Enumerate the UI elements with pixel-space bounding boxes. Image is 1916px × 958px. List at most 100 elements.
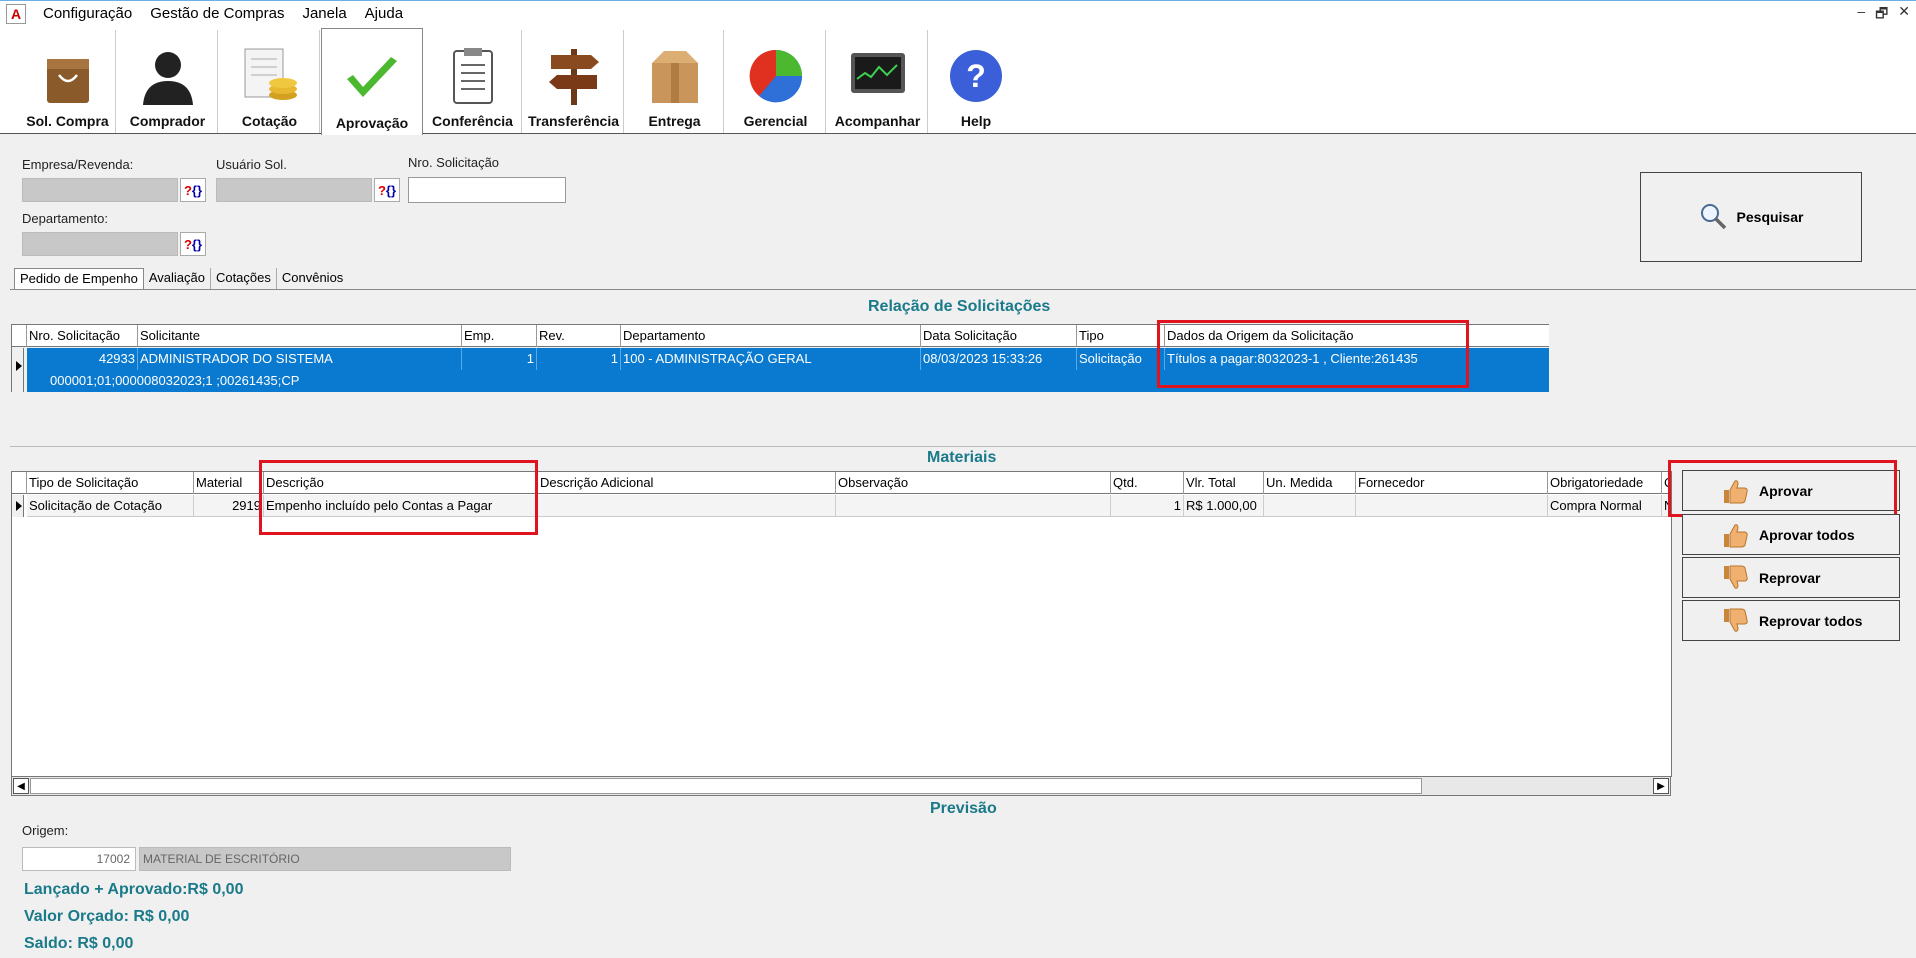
col-descricao-adicional[interactable]: Descrição Adicional <box>538 472 836 494</box>
header-indicator <box>12 472 27 494</box>
scroll-left-icon[interactable]: ◀ <box>13 778 29 794</box>
col-emp[interactable]: Emp. <box>462 325 537 347</box>
departamento-field[interactable] <box>22 232 178 256</box>
col-tipo-solicitacao[interactable]: Tipo de Solicitação <box>27 472 194 494</box>
col-departamento[interactable]: Departamento <box>621 325 921 347</box>
toolbar-label: Cotação <box>241 113 298 129</box>
col-observacao[interactable]: Observação <box>836 472 1111 494</box>
pesquisar-label: Pesquisar <box>1736 209 1804 225</box>
restore-icon[interactable]: 🗗 <box>1875 3 1888 27</box>
menu-gestao-compras[interactable]: Gestão de Compras <box>141 5 293 22</box>
toolbar-aprovacao[interactable]: Aprovação <box>321 28 423 135</box>
col-material[interactable]: Material <box>194 472 264 494</box>
toolbar-gerencial[interactable]: Gerencial <box>726 30 826 133</box>
shopping-bag-icon <box>37 45 99 107</box>
menu-configuracao[interactable]: Configuração <box>34 5 141 22</box>
cell-nro: 42933 <box>27 348 138 370</box>
col-data-solicitacao[interactable]: Data Solicitação <box>921 325 1077 347</box>
toolbar-label: Acompanhar <box>834 113 921 129</box>
checkmark-icon <box>341 47 403 109</box>
solicitacoes-header: Nro. Solicitação Solicitante Emp. Rev. D… <box>12 325 1549 347</box>
toolbar-comprador[interactable]: Comprador <box>118 30 218 133</box>
col-qtd[interactable]: Qtd. <box>1111 472 1184 494</box>
reprovar-label: Reprovar <box>1759 569 1821 586</box>
toolbar-transferencia[interactable]: Transferência <box>524 30 624 133</box>
origem-code-field[interactable]: 17002 <box>22 847 136 871</box>
scroll-right-icon[interactable]: ▶ <box>1653 778 1669 794</box>
toolbar-label: Entrega <box>648 113 701 129</box>
materiais-grid: Tipo de Solicitação Material Descrição D… <box>11 471 1672 777</box>
menu-ajuda[interactable]: Ajuda <box>356 5 412 22</box>
toolbar-entrega[interactable]: Entrega <box>626 30 724 133</box>
aprovar-todos-button[interactable]: Aprovar todos <box>1682 514 1900 555</box>
cell-rev: 1 <box>537 348 621 370</box>
col-tipo[interactable]: Tipo <box>1077 325 1165 347</box>
col-descricao[interactable]: Descrição <box>264 472 538 494</box>
toolbar-conferencia[interactable]: Conferência <box>424 30 522 133</box>
toolbar-help[interactable]: ? Help <box>930 30 1022 133</box>
lookup-q-icon: ? <box>183 182 192 198</box>
tab-avaliacao[interactable]: Avaliação <box>144 268 211 290</box>
table-row[interactable]: Solicitação de Cotação 2919 Empenho incl… <box>27 495 1671 517</box>
aprovar-todos-label: Aprovar todos <box>1759 526 1855 543</box>
departamento-lookup-button[interactable]: ?{} <box>180 232 206 256</box>
empresa-lookup-button[interactable]: ?{} <box>180 178 206 202</box>
help-icon: ? <box>945 45 1007 107</box>
signpost-icon <box>543 45 605 107</box>
lookup-q-icon: ? <box>183 236 192 252</box>
col-rev[interactable]: Rev. <box>537 325 621 347</box>
col-vlr-total[interactable]: Vlr. Total <box>1184 472 1264 494</box>
toolbar-acompanhar[interactable]: Acompanhar <box>828 30 928 133</box>
lancado-aprovado-text: Lançado + Aprovado:R$ 0,00 <box>24 881 244 898</box>
scroll-thumb[interactable] <box>30 778 1422 794</box>
aprovar-label: Aprovar <box>1759 482 1813 499</box>
solicitacoes-title: Relação de Solicitações <box>868 298 1051 315</box>
nro-solicitacao-input[interactable] <box>408 177 566 203</box>
col-obrigatoriedade[interactable]: Obrigatoriedade <box>1548 472 1662 494</box>
toolbar-cotacao[interactable]: Cotação <box>220 30 320 133</box>
cell-descricao: Empenho incluído pelo Contas a Pagar <box>264 495 538 517</box>
cell-material: 2919 <box>194 495 264 517</box>
tab-divider <box>10 289 1916 290</box>
pesquisar-button[interactable]: Pesquisar <box>1640 172 1862 262</box>
materiais-title: Materiais <box>927 449 997 466</box>
tab-pedido-empenho[interactable]: Pedido de Empenho <box>14 268 144 290</box>
col-un-medida[interactable]: Un. Medida <box>1264 472 1356 494</box>
cell-obrigatoriedade: Compra Normal <box>1548 495 1662 517</box>
empresa-field[interactable] <box>22 178 178 202</box>
usuario-field[interactable] <box>216 178 372 202</box>
col-dados-origem[interactable]: Dados da Origem da Solicitação <box>1165 325 1549 347</box>
usuario-lookup-button[interactable]: ?{} <box>374 178 400 202</box>
reprovar-button[interactable]: Reprovar <box>1682 557 1900 598</box>
menu-janela[interactable]: Janela <box>293 5 355 22</box>
lookup-brace-icon: {} <box>385 182 397 198</box>
tab-cotacoes[interactable]: Cotações <box>211 268 277 290</box>
close-icon[interactable]: ✕ <box>1898 3 1910 27</box>
departamento-label: Departamento: <box>22 211 108 226</box>
module-toolbar: Sol. Compra Comprador Cotação Aprovação … <box>0 26 1916 135</box>
aprovar-button[interactable]: Aprovar <box>1682 470 1900 511</box>
cell-un-medida <box>1264 495 1356 517</box>
cell-vlr-total: R$ 1.000,00 <box>1184 495 1264 517</box>
lookup-brace-icon: {} <box>191 182 203 198</box>
col-solicitante[interactable]: Solicitante <box>138 325 462 347</box>
minimize-icon[interactable]: – <box>1857 3 1865 27</box>
box-icon <box>644 45 706 107</box>
toolbar-label: Transferência <box>527 113 620 129</box>
col-nro-solicitacao[interactable]: Nro. Solicitação <box>27 325 138 347</box>
row-detail[interactable]: 000001;01;000008032023;1 ;00261435;CP <box>27 370 1549 392</box>
menu-bar: A Configuração Gestão de Compras Janela … <box>0 0 1916 26</box>
col-c[interactable]: C <box>1662 472 1671 494</box>
table-row[interactable]: 42933 ADMINISTRADOR DO SISTEMA 1 1 100 -… <box>27 348 1549 370</box>
toolbar-label: Gerencial <box>743 113 808 129</box>
toolbar-sol-compra[interactable]: Sol. Compra <box>20 30 116 133</box>
reprovar-todos-button[interactable]: Reprovar todos <box>1682 600 1900 641</box>
col-fornecedor[interactable]: Fornecedor <box>1356 472 1548 494</box>
pie-chart-icon <box>745 45 807 107</box>
materiais-horizontal-scrollbar[interactable]: ◀ ▶ <box>11 776 1671 796</box>
tab-convenios[interactable]: Convênios <box>277 268 348 290</box>
row-indicator <box>12 348 24 392</box>
cell-tipo-solicitacao: Solicitação de Cotação <box>27 495 194 517</box>
cell-departamento: 100 - ADMINISTRAÇÃO GERAL <box>621 348 921 370</box>
cell-solicitante: ADMINISTRADOR DO SISTEMA <box>138 348 462 370</box>
